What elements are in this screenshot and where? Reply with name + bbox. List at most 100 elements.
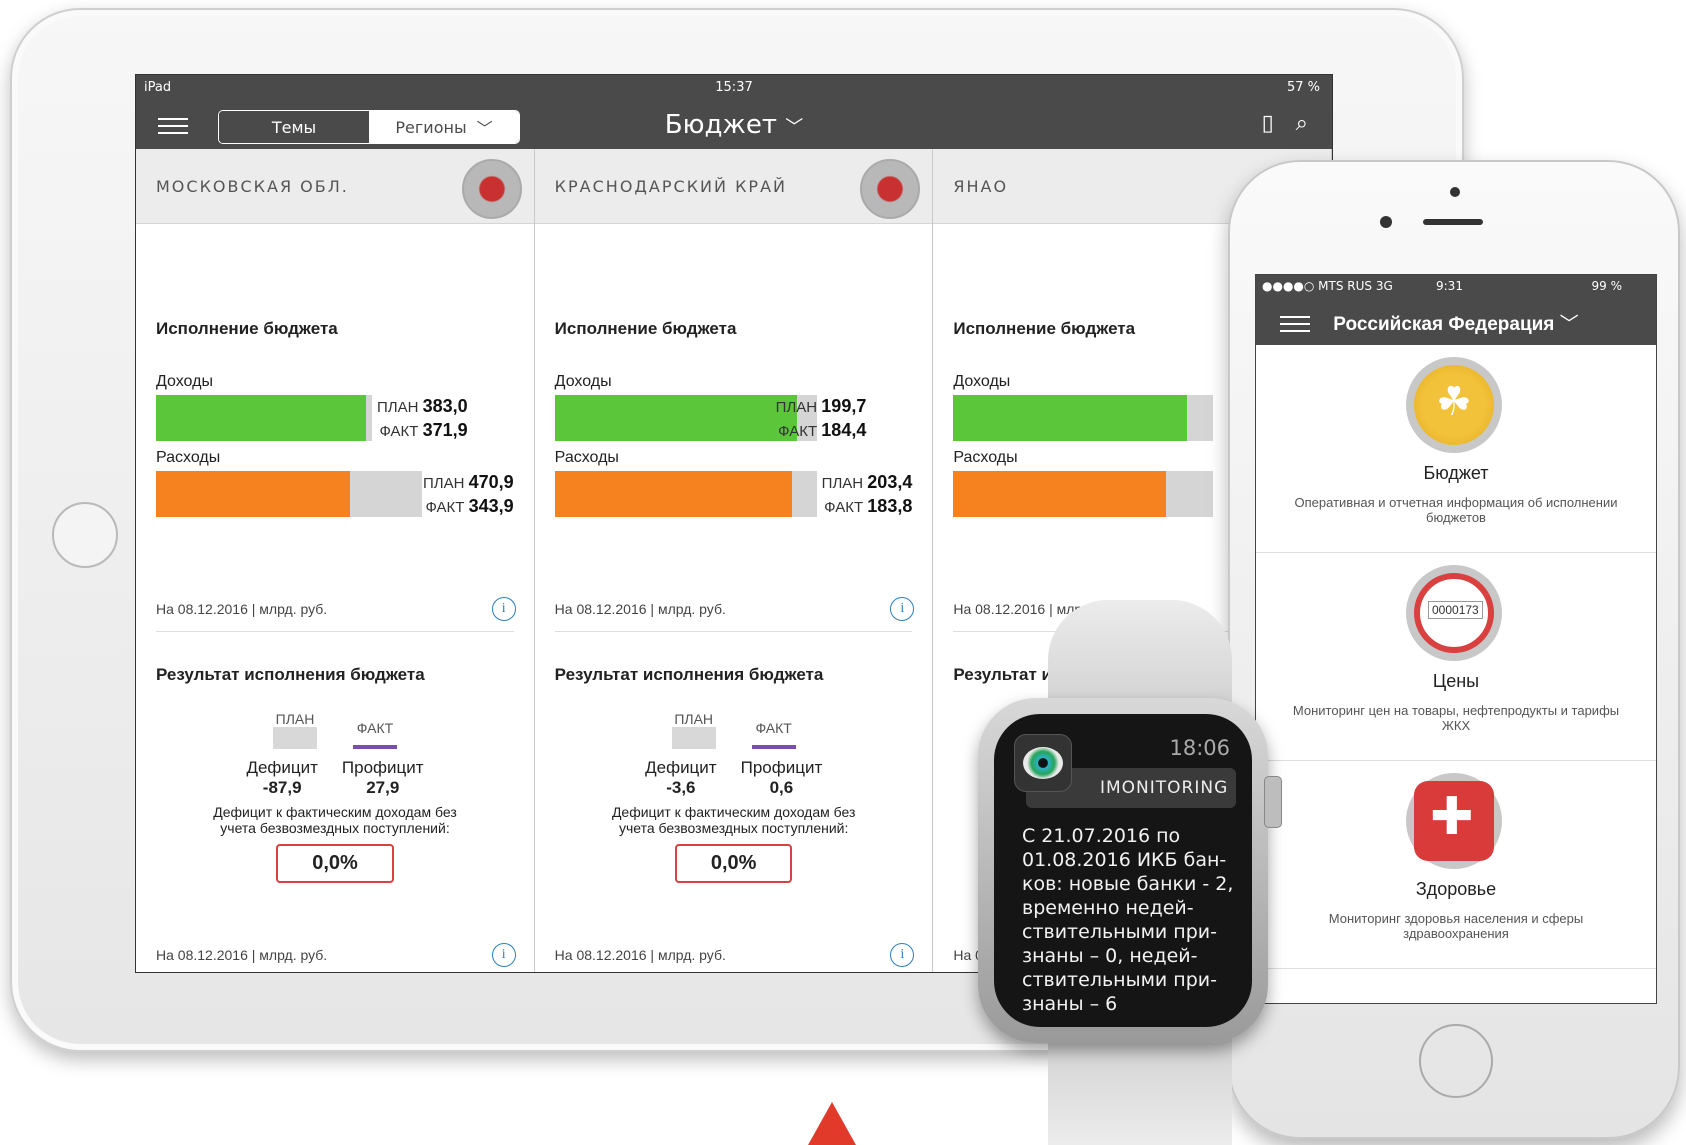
watch-clock: 18:06 [1169, 736, 1230, 760]
ipad-home-button[interactable] [52, 502, 118, 568]
surplus-label: Профицит [740, 758, 823, 777]
income-label: Доходы [554, 373, 612, 390]
iphone-speaker [1423, 219, 1483, 225]
deficit-label: Дефицит [246, 758, 318, 777]
expense-bar [554, 471, 817, 517]
ratio-text: Дефицит к фактическим доходам без учета … [213, 804, 457, 836]
expense-label: Расходы [156, 449, 221, 466]
income-bar [953, 395, 1214, 441]
expense-values: ПЛАН 203,4 ФАКТ 183,8 [822, 471, 913, 519]
chevron-down-icon: ﹀ [785, 117, 804, 138]
fact-legend: ФАКТ [353, 720, 397, 754]
ipad-status-bar: iPad 15:37 57 % [136, 75, 1332, 101]
expense-fact: 183,8 [867, 496, 913, 516]
expense-values: ПЛАН 470,9 ФАКТ 343,9 [423, 471, 514, 519]
page-title: Бюджет [664, 110, 777, 140]
list-item-prices[interactable]: 0000173 Цены Мониторинг цен на товары, н… [1256, 553, 1656, 761]
expense-bar-fill [554, 471, 792, 517]
fact-legend: ФАКТ [751, 720, 796, 754]
plan-swatch [273, 727, 317, 749]
card-footer: На 08.12.2016 | млрд. руб. [554, 601, 726, 617]
watch-band-bottom [1048, 1030, 1232, 1145]
apple-watch: 18:06 IMONITORING С 21.07.2016 по 01.08.… [978, 698, 1268, 1043]
iphone-device: ●●●●○ MTS RUS 3G 9:31 99 % Российская Фе… [1228, 160, 1680, 1139]
income-bar [156, 395, 372, 441]
income-values: ПЛАН 199,7 ФАКТ 184,4 [776, 395, 867, 443]
result-title: Результат ис [953, 665, 1062, 684]
iphone-screen: ●●●●○ MTS RUS 3G 9:31 99 % Российская Фе… [1255, 274, 1657, 1004]
card-title: Исполнение бюджета [156, 319, 338, 338]
fact-swatch [353, 745, 397, 749]
ratio-value: 0,0% [276, 844, 394, 883]
footer-date: На 08.12.2016 [554, 601, 647, 617]
notification-message[interactable]: С 21.07.2016 по 01.08.2016 ИКБ бан-ков: … [1022, 824, 1244, 1016]
region-header[interactable]: МОСКОВСКАЯ ОБЛ. [136, 149, 534, 224]
fact-word: ФАКТ [755, 720, 792, 736]
item-name: Цены [1432, 671, 1480, 691]
plan-legend: ПЛАН [671, 711, 716, 754]
list-item-health[interactable]: ✚ Здоровье Мониторинг здоровья населения… [1256, 761, 1656, 969]
income-fact: 371,9 [422, 420, 468, 440]
result-block: ПЛАН ФАКТ Дефицит -3,6 Профицит 0,6 Дефици… [535, 711, 933, 883]
income-fact: 184,4 [821, 420, 867, 440]
footer-unit: млрд. руб. [259, 601, 328, 617]
region-column: МОСКОВСКАЯ ОБЛ. Исполнение бюджета Доход… [136, 149, 535, 972]
divider [156, 631, 514, 632]
expense-bar [953, 471, 1214, 517]
surplus-value: 27,9 [366, 778, 400, 797]
plan-word: ПЛАН [376, 399, 419, 416]
expense-fact: 343,9 [468, 496, 514, 516]
surplus-label: Профицит [341, 758, 424, 777]
first-aid-kit-icon: ✚ [1406, 773, 1502, 869]
coat-of-arms-icon [860, 159, 921, 219]
item-description: Мониторинг цен на товары, нефтепродукты … [1292, 703, 1620, 733]
income-plan: 199,7 [821, 396, 867, 416]
income-bar-fill [953, 395, 1188, 441]
iphone-battery: 99 % [1591, 279, 1623, 293]
info-icon[interactable]: i [890, 597, 915, 621]
result-block: ПЛАН ФАКТ Дефицит -87,9 Профицит 27,9 Дефи… [136, 711, 534, 883]
income-plan: 383,0 [422, 396, 468, 416]
info-icon[interactable]: i [491, 597, 516, 621]
expense-bar [156, 471, 422, 517]
watch-screen: 18:06 IMONITORING С 21.07.2016 по 01.08.… [994, 714, 1252, 1027]
eye-app-icon [1014, 734, 1072, 792]
region-name: МОСКОВСКАЯ ОБЛ. [156, 177, 349, 196]
info-icon[interactable]: i [890, 943, 915, 967]
layout-toggle-icon[interactable]: ▯ [1262, 111, 1274, 136]
item-name: Бюджет [1423, 463, 1489, 483]
expense-label: Расходы [953, 449, 1018, 466]
iphone-home-button[interactable] [1419, 1024, 1493, 1098]
surplus-value: 0,6 [769, 778, 794, 797]
page-title-dropdown[interactable]: Бюджет ﹀ [136, 110, 1332, 140]
iphone-camera [1380, 216, 1392, 228]
region-header[interactable]: КРАСНОДАРСКИЙ КРАЙ [534, 149, 933, 224]
search-icon[interactable]: ⌕ [1296, 111, 1308, 136]
region-name: КРАСНОДАРСКИЙ КРАЙ [554, 177, 787, 196]
footer-unit: млрд. руб. [657, 601, 726, 617]
result-title: Результат исполнения бюджета [554, 665, 824, 684]
plan-swatch [671, 727, 716, 749]
expense-plan: 470,9 [468, 472, 514, 492]
arrow-up-icon [808, 1102, 856, 1145]
expense-bar-fill [156, 471, 350, 517]
result-title: Результат исполнения бюджета [156, 665, 425, 684]
card-footer: На 08.12.2016 | млрд. руб. [156, 947, 328, 963]
ipad-battery: 57 % [1286, 80, 1320, 95]
iphone-status-bar: ●●●●○ MTS RUS 3G 9:31 99 % [1256, 275, 1656, 297]
item-description: Оперативная и отчетная информация об исп… [1294, 495, 1618, 525]
region-selector[interactable]: Российская Федерация ﹀ [1256, 309, 1656, 336]
fact-word: ФАКТ [778, 423, 818, 440]
list-item-budget[interactable]: ☘ Бюджет Оперативная и отчетная информац… [1256, 345, 1656, 553]
plan-word: ПЛАН [422, 475, 465, 492]
iphone-nav-bar: Российская Федерация ﹀ [1256, 297, 1656, 345]
watch-crown[interactable] [1264, 776, 1282, 828]
info-icon[interactable]: i [491, 943, 516, 967]
card-footer: На 08.12.2016 | млрд. руб. [156, 601, 328, 617]
expense-label: Расходы [554, 449, 619, 466]
fact-word: ФАКТ [379, 423, 419, 440]
region-column: КРАСНОДАРСКИЙ КРАЙ Исполнение бюджета До… [534, 149, 934, 972]
footer-date: На 08.12.2016 [156, 601, 248, 617]
deficit-value: -87,9 [262, 778, 302, 797]
region-name: ЯНАО [953, 177, 1009, 196]
